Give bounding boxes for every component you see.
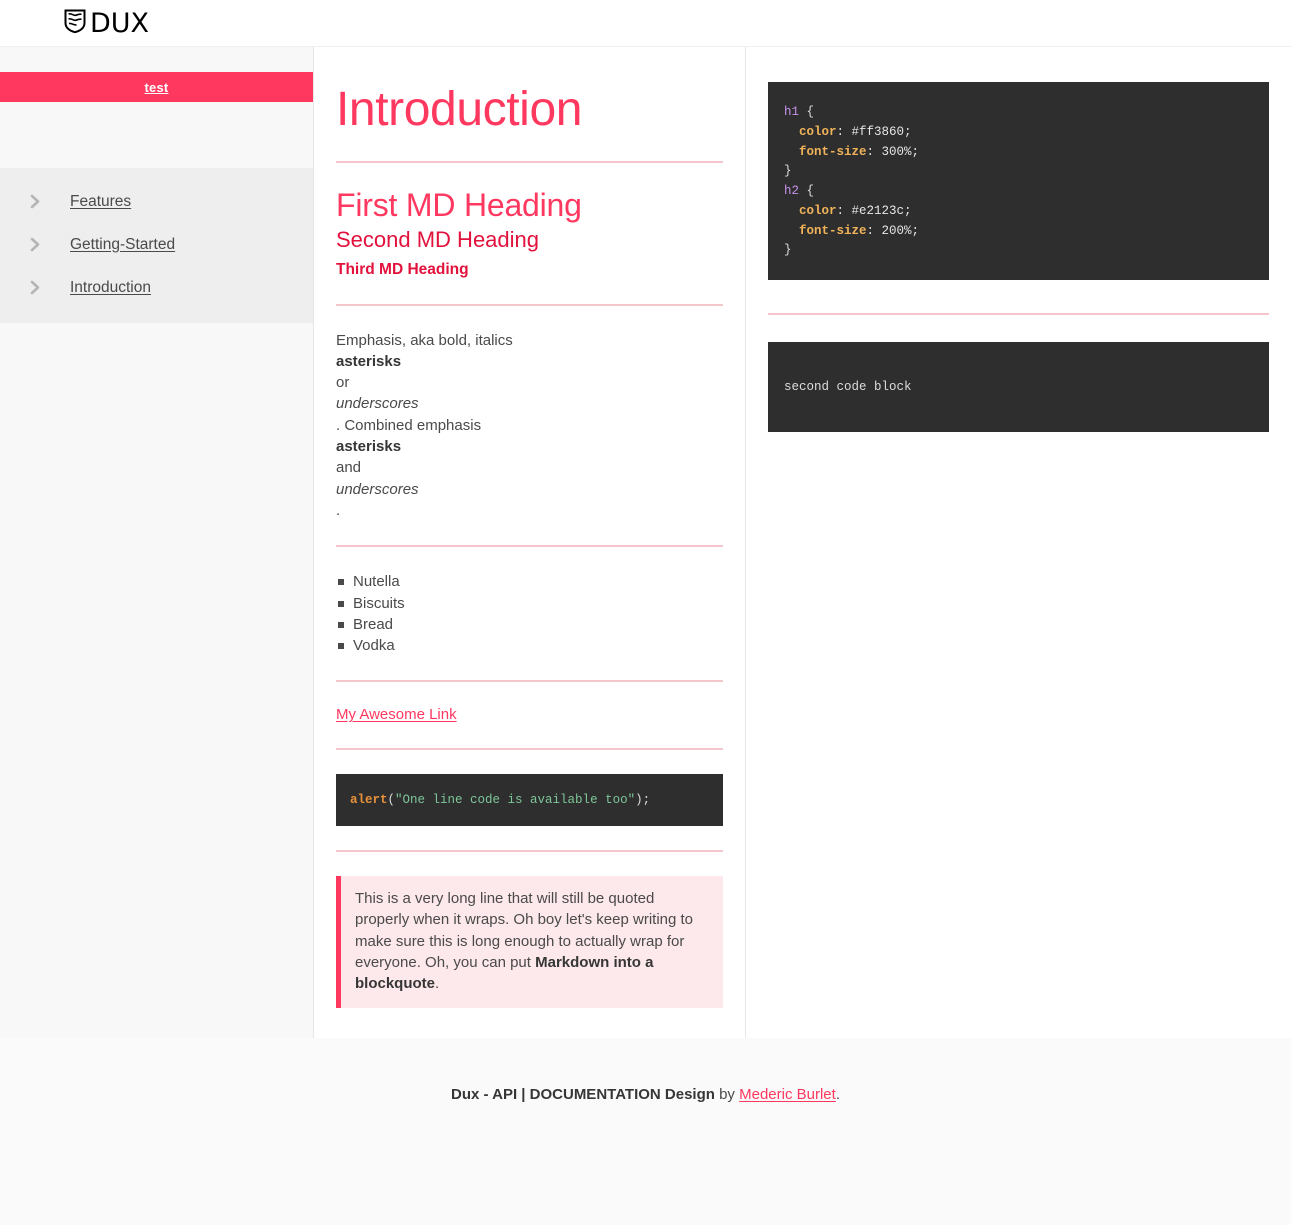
sidebar: test Features Getting-Started Introducti… — [0, 47, 314, 1038]
divider — [336, 850, 723, 853]
footer-title: Dux - API | DOCUMENTATION Design — [451, 1085, 715, 1103]
heading-level-3: Third MD Heading — [336, 260, 469, 278]
divider — [336, 303, 723, 306]
link-paragraph: My Awesome Link — [336, 706, 723, 724]
code-token-value: : 200%; — [866, 223, 920, 238]
sidebar-item-label: Features — [70, 192, 132, 210]
emphasis-block: Emphasis, aka bold, italics asterisks or… — [336, 330, 723, 522]
chevron-right-icon — [30, 194, 52, 209]
emphasis-line: . Combined emphasis — [336, 416, 482, 434]
code-token-property: font-size — [799, 144, 867, 159]
code-token-selector: h2 — [784, 184, 800, 198]
page-title: Introduction — [336, 83, 583, 136]
code-token-punctuation: ( — [387, 793, 396, 808]
emphasis-line: or — [336, 374, 350, 392]
code-token-property: color — [799, 203, 837, 218]
list-item: Biscuits — [336, 593, 723, 614]
code-panel: h1 { color: #ff3860; font-size: 300%; } … — [746, 47, 1291, 1038]
sidebar-item-features[interactable]: Features — [0, 180, 313, 223]
sidebar-banner[interactable]: test — [0, 72, 313, 102]
divider — [336, 748, 723, 751]
emphasis-line: . — [336, 501, 341, 519]
heading-level-1: First MD Heading — [336, 186, 582, 223]
list-item: Bread — [336, 614, 723, 635]
sidebar-filler — [0, 323, 313, 1038]
site-header: DUX — [0, 0, 1291, 47]
list-item: Nutella — [336, 571, 723, 592]
shield-crest-icon — [64, 9, 86, 38]
divider — [768, 313, 1269, 315]
sidebar-top-spacer — [0, 47, 313, 72]
emphasis-italic: underscores — [336, 480, 419, 498]
code-token-property: color — [799, 124, 837, 139]
divider — [336, 160, 723, 163]
heading-level-2: Second MD Heading — [336, 226, 540, 252]
blockquote-tail: . — [435, 975, 440, 993]
footer-credit: Dux - API | DOCUMENTATION Design by Mede… — [0, 1084, 1291, 1105]
footer-by: by — [714, 1085, 740, 1103]
sidebar-banner-link[interactable]: test — [145, 80, 169, 95]
divider — [336, 680, 723, 683]
code-token-brace: } — [784, 164, 792, 179]
second-code-block: second code block — [768, 342, 1269, 432]
code-token-value: : #e2123c; — [836, 203, 912, 218]
sidebar-nav-group: Features Getting-Started Introduction — [0, 168, 313, 323]
code-token-function: alert — [350, 793, 388, 808]
second-code-text: second code block — [784, 380, 912, 394]
code-token-brace: { — [799, 105, 815, 119]
chevron-right-icon — [30, 237, 52, 252]
emphasis-bold: asterisks — [336, 352, 402, 370]
code-token-selector: h1 — [784, 105, 800, 119]
sidebar-item-label: Introduction — [70, 278, 151, 296]
code-token-property: font-size — [799, 223, 867, 238]
list-item: Vodka — [336, 635, 723, 656]
site-footer: Dux - API | DOCUMENTATION Design by Mede… — [0, 1037, 1291, 1225]
awesome-link[interactable]: My Awesome Link — [336, 706, 457, 723]
bullet-list: Nutella Biscuits Bread Vodka — [336, 571, 723, 656]
page-shell: test Features Getting-Started Introducti… — [0, 47, 1291, 1038]
emphasis-line: and — [336, 459, 362, 477]
main-content: Introduction First MD Heading Second MD … — [314, 47, 746, 1038]
code-token-value: : #ff3860; — [836, 124, 912, 139]
sidebar-item-label: Getting-Started — [70, 235, 176, 253]
brand-logo-link[interactable]: DUX — [64, 9, 149, 38]
divider — [336, 545, 723, 548]
css-code-block: h1 { color: #ff3860; font-size: 300%; } … — [768, 82, 1269, 280]
code-token-string: "One line code is available too" — [395, 793, 636, 808]
code-token-value: : 300%; — [866, 144, 920, 159]
chevron-right-icon — [30, 280, 52, 295]
author-link[interactable]: Mederic Burlet — [739, 1086, 836, 1103]
sidebar-item-getting-started[interactable]: Getting-Started — [0, 223, 313, 266]
sidebar-gap-spacer — [0, 102, 313, 168]
inline-code-block: alert("One line code is available too"); — [336, 774, 723, 827]
emphasis-line: Emphasis, aka bold, italics — [336, 331, 513, 349]
blockquote: This is a very long line that will still… — [336, 876, 723, 1008]
code-token-punctuation: ); — [635, 793, 651, 808]
footer-period: . — [835, 1085, 840, 1103]
brand-name: DUX — [90, 7, 150, 39]
sidebar-item-introduction[interactable]: Introduction — [0, 266, 313, 309]
emphasis-bold: asterisks — [336, 438, 402, 456]
code-token-brace: } — [784, 243, 792, 258]
emphasis-italic: underscores — [336, 395, 419, 413]
code-token-brace: { — [799, 184, 815, 198]
